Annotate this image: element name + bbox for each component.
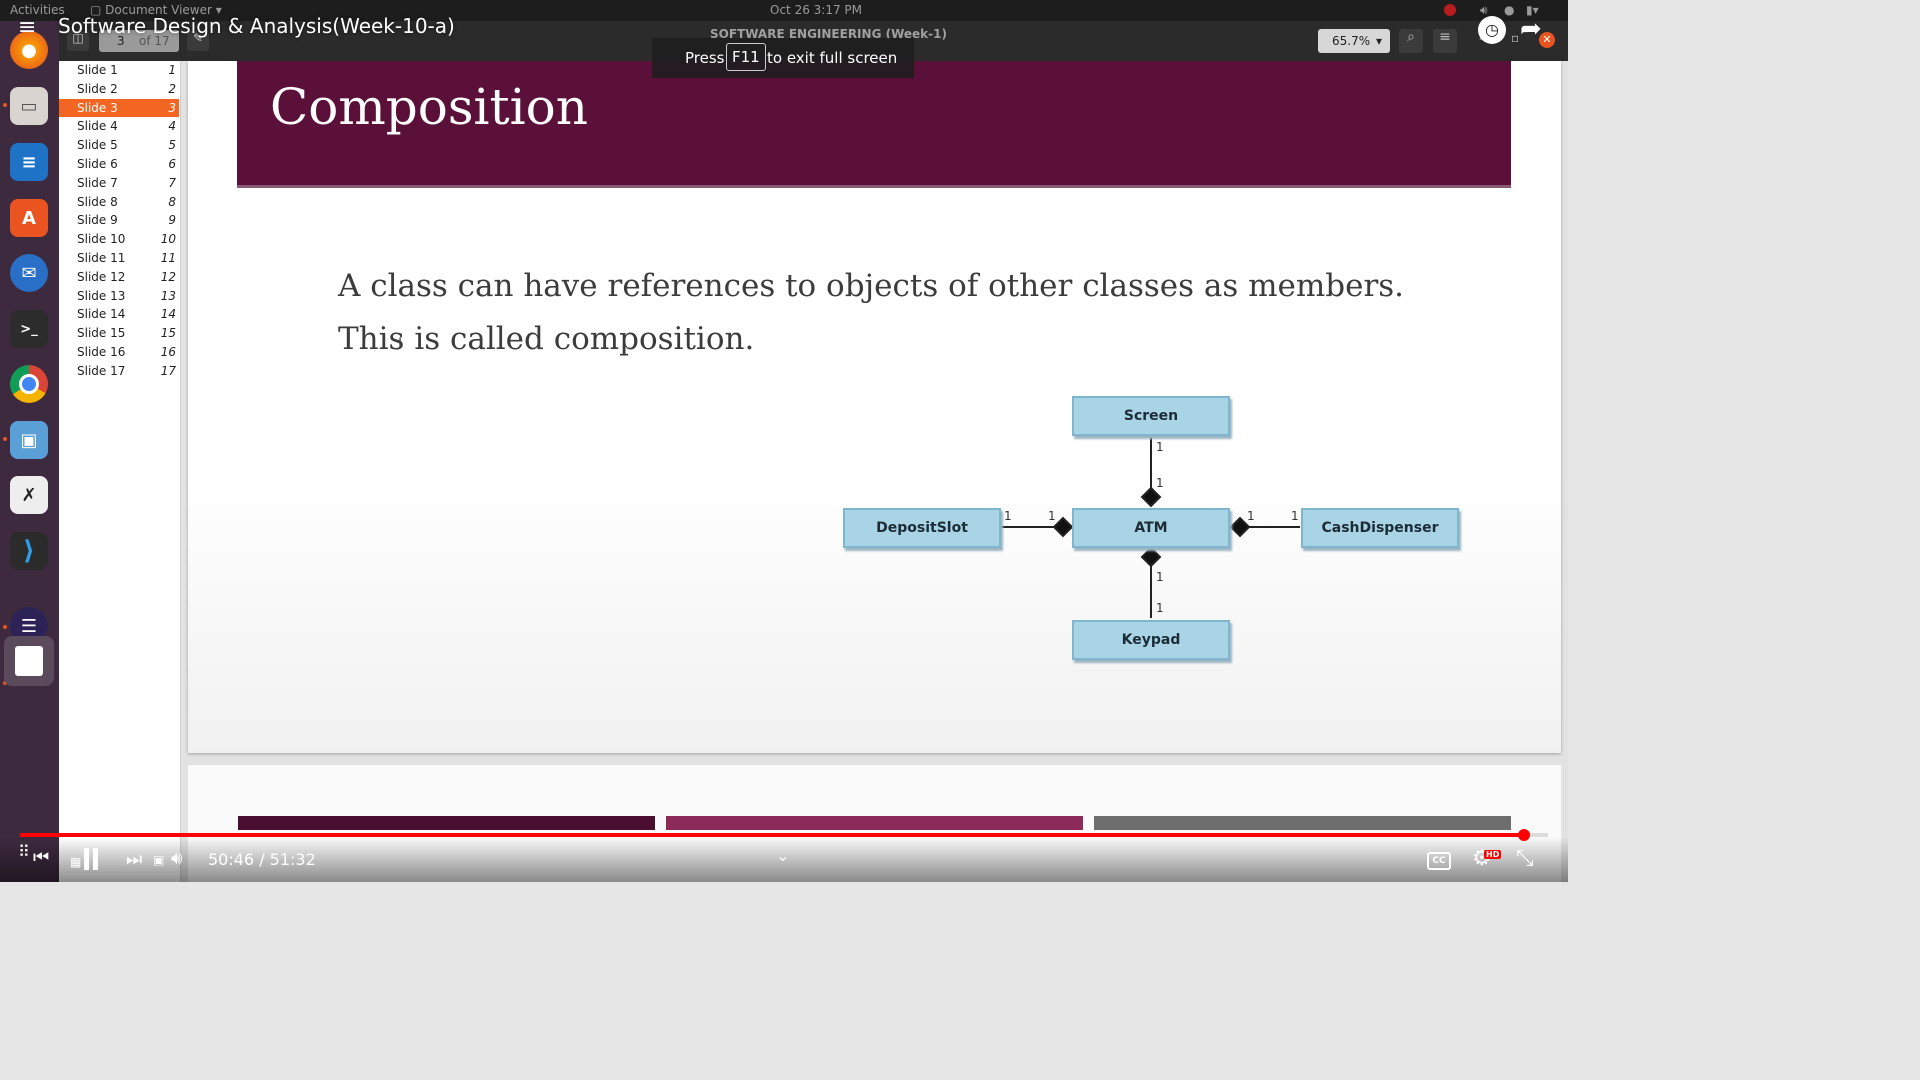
multiplicity-label: 1 (1156, 476, 1164, 490)
multiplicity-label: 1 (1156, 440, 1164, 454)
uml-connectors (1001, 437, 1300, 618)
previous-icon[interactable]: ⏮ (33, 847, 49, 868)
fullscreen-hint-press: Press (685, 49, 725, 67)
uml-class-keypad: Keypad (1072, 620, 1230, 660)
next-slide-bar-2 (666, 816, 1083, 830)
exit-fullscreen-icon[interactable]: ⤡ (1516, 846, 1534, 871)
time-display: 50:46 / 51:32 (208, 850, 316, 869)
uml-class-screen: Screen (1072, 396, 1230, 436)
fullscreen-hint-text: to exit full screen (767, 49, 898, 67)
captions-icon[interactable]: CC (1427, 852, 1451, 870)
video-title[interactable]: Software Design & Analysis(Week-10-a) (58, 14, 455, 38)
next-slide-bar-1 (238, 816, 655, 830)
uml-class-cashdispenser: CashDispenser (1301, 508, 1459, 548)
multiplicity-label: 1 (1291, 509, 1299, 523)
composition-diamond-screen (1140, 486, 1162, 508)
multiplicity-label: 1 (1004, 509, 1012, 523)
hd-badge: HD (1484, 850, 1502, 859)
uml-class-depositslot: DepositSlot (843, 508, 1001, 548)
multiplicity-label: 1 (1156, 601, 1164, 615)
apps-grid-icon[interactable]: ⠿ (18, 842, 30, 861)
composition-diamond-keypad (1140, 546, 1162, 568)
volume-icon[interactable]: 🔊︎ (171, 848, 182, 869)
chevron-down-icon[interactable]: ⌄ (776, 846, 789, 865)
miniplayer-icon[interactable]: ▦ (70, 855, 81, 869)
pause-icon[interactable] (84, 848, 100, 870)
multiplicity-label: 1 (1156, 570, 1164, 584)
fullscreen-hint: Press F11 to exit full screen (652, 38, 914, 78)
multiplicity-label: 1 (1048, 509, 1056, 523)
f11-key-badge: F11 (726, 43, 766, 71)
progress-played (20, 833, 1524, 837)
uml-class-atm: ATM (1072, 508, 1230, 548)
hamburger-menu-icon[interactable]: ≡ (18, 17, 42, 39)
multiplicity-label: 1 (1247, 509, 1255, 523)
next-icon[interactable]: ⏭ (126, 849, 142, 870)
theater-icon[interactable]: ▣ (153, 853, 164, 867)
progress-scrubber[interactable] (1517, 829, 1530, 841)
composition-diamond-deposit (1052, 516, 1074, 538)
share-icon[interactable]: ➦ (1520, 14, 1542, 44)
watch-later-icon[interactable]: ◷ (1478, 16, 1506, 44)
next-slide-bar-3 (1094, 816, 1511, 830)
